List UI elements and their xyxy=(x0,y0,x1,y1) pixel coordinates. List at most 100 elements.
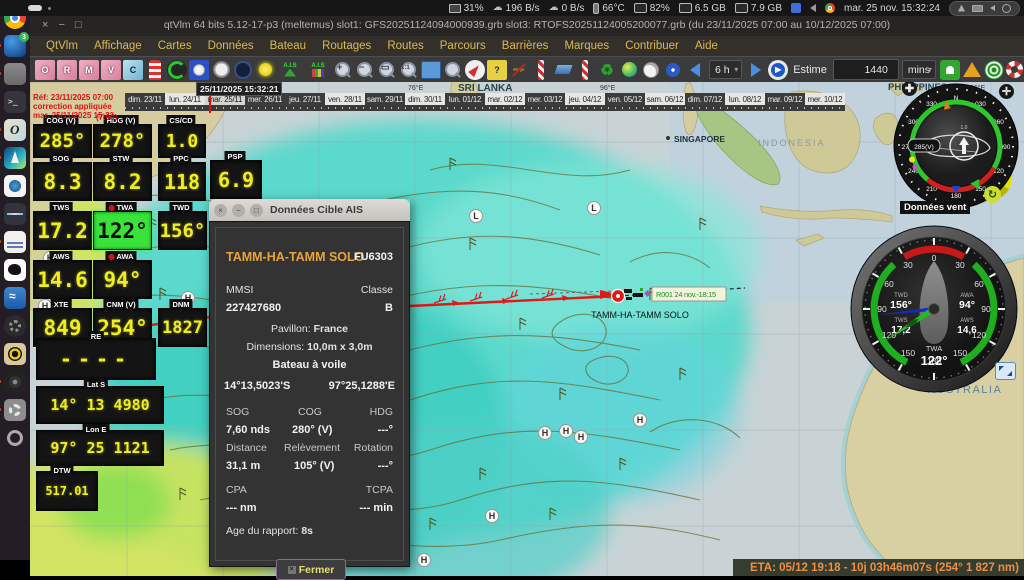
compass-dark-icon[interactable] xyxy=(233,60,253,80)
timeline-day[interactable]: jeu. 27/11 xyxy=(285,93,325,105)
menu-routages[interactable]: Routages xyxy=(314,40,379,52)
menu-routes[interactable]: Routes xyxy=(379,40,431,52)
menu-bateau[interactable]: Bateau xyxy=(262,40,314,52)
dock-settings-dark[interactable] xyxy=(4,315,26,337)
timeline-day[interactable]: ven. 05/12 xyxy=(605,93,645,105)
dialog-minimize-icon[interactable]: − xyxy=(232,204,245,217)
dock-ubuntu-logo[interactable] xyxy=(4,427,26,449)
chart-o-button[interactable]: O xyxy=(35,60,55,80)
dock-kiwix[interactable] xyxy=(4,259,26,281)
menu-parcours[interactable]: Parcours xyxy=(432,40,494,52)
estime-input[interactable] xyxy=(833,59,899,80)
dock-speaker-app[interactable] xyxy=(4,343,26,365)
compass-rose-icon[interactable]: ✚ xyxy=(902,81,917,96)
bearing-compass-button[interactable] xyxy=(465,60,485,80)
menu-marques[interactable]: Marques xyxy=(556,40,617,52)
grib-globe-button[interactable] xyxy=(619,60,639,80)
dock-audio-app[interactable] xyxy=(4,371,26,393)
menu-qtvlm[interactable]: QtVlm xyxy=(38,40,86,52)
zoom-area-button[interactable]: ▭ xyxy=(377,60,397,80)
timeline-day[interactable]: sam. 06/12 xyxy=(645,93,685,105)
bulb-icon[interactable] xyxy=(255,60,275,80)
estime-unit-select[interactable]: mins xyxy=(902,60,936,79)
dock-globe-app[interactable] xyxy=(4,175,26,197)
clock-button[interactable] xyxy=(641,60,661,80)
label-indonesia: INDONESIA xyxy=(758,138,826,148)
zoom-in-button[interactable]: + xyxy=(333,60,353,80)
dock-reader-app[interactable] xyxy=(4,231,26,253)
timeline-day[interactable]: mer. 10/12 xyxy=(805,93,845,105)
psp-label: PSP xyxy=(224,151,245,161)
timeline-day[interactable]: lun. 01/12 xyxy=(445,93,485,105)
zoom-out-button[interactable]: − xyxy=(355,60,375,80)
dialog-title-bar[interactable]: × − □ Données Cible AIS xyxy=(209,199,410,221)
re-label: RE xyxy=(88,331,104,341)
dialog-maximize-icon[interactable]: □ xyxy=(250,204,263,217)
timeline-day[interactable]: dim. 23/11 xyxy=(125,93,165,105)
timeline-day[interactable]: dim. 30/11 xyxy=(405,93,445,105)
close-dialog-button[interactable]: ×Fermer xyxy=(276,559,346,580)
chart-c-button[interactable]: C xyxy=(123,60,143,80)
heading-arrow-off-button[interactable] xyxy=(509,60,529,80)
step-forward-button[interactable] xyxy=(746,60,766,80)
clock[interactable]: mar. 25 nov. 15:32:24 xyxy=(844,3,940,14)
timeline-day[interactable]: mar. 02/12 xyxy=(485,93,525,105)
collapse-gauge-button[interactable] xyxy=(995,362,1016,380)
timeline-day[interactable]: mer. 03/12 xyxy=(525,93,565,105)
dock-opencpn[interactable] xyxy=(4,119,26,141)
measure-pole-icon[interactable] xyxy=(538,60,544,80)
menu-contribuer[interactable]: Contribuer xyxy=(617,40,687,52)
timeline-day[interactable]: sam. 29/11 xyxy=(365,93,405,105)
target-rings-button[interactable] xyxy=(984,60,1004,80)
chart-r-button[interactable]: R xyxy=(57,60,77,80)
menu-donnees[interactable]: Données xyxy=(200,40,262,52)
timeline-day[interactable]: dim. 07/12 xyxy=(685,93,725,105)
tray-app-icon[interactable] xyxy=(791,3,801,13)
dock-qtvlm[interactable] xyxy=(4,147,26,169)
alarm-bell-button[interactable] xyxy=(940,60,960,80)
compass-blue-icon[interactable] xyxy=(189,60,209,80)
ais-list-button[interactable]: A.I.S xyxy=(305,60,331,80)
timeline-ticks[interactable] xyxy=(125,105,845,111)
menu-cartes[interactable]: Cartes xyxy=(150,40,200,52)
menu-affichage[interactable]: Affichage xyxy=(86,40,150,52)
warning-toggle-button[interactable] xyxy=(962,60,982,80)
dock-monitor-app[interactable] xyxy=(4,203,26,225)
chart-m-button[interactable]: M xyxy=(79,60,99,80)
refresh-wind-icon[interactable]: ↻ xyxy=(984,186,1001,203)
timeline-day[interactable]: lun. 08/12 xyxy=(725,93,765,105)
dialog-close-icon[interactable]: × xyxy=(214,204,227,217)
timeline-day[interactable]: mar. 09/12 xyxy=(765,93,805,105)
step-back-button[interactable] xyxy=(685,60,705,80)
speaker-muted-icon[interactable] xyxy=(810,4,816,12)
zoom-1-1-button[interactable]: 1:1 xyxy=(399,60,419,80)
time-step-select[interactable]: 6 h xyxy=(709,60,742,79)
menu-barrieres[interactable]: Barrières xyxy=(494,40,557,52)
menu-aide[interactable]: Aide xyxy=(687,40,726,52)
chrome-tray-icon[interactable] xyxy=(825,3,835,13)
lifebuoy-button[interactable] xyxy=(1006,61,1023,78)
dock-files[interactable] xyxy=(4,63,26,85)
system-tray[interactable] xyxy=(949,1,1020,16)
dock-terminal[interactable] xyxy=(4,91,26,113)
chart-v-button[interactable]: V xyxy=(101,60,121,80)
measure-pole2-icon[interactable] xyxy=(582,60,588,80)
dock-system-settings[interactable] xyxy=(4,399,26,421)
ais-targets-button[interactable]: A.I.S xyxy=(277,60,303,80)
play-animation-button[interactable] xyxy=(768,60,788,80)
selection-rect-button[interactable] xyxy=(421,61,441,79)
move-gauge-icon[interactable]: ✛ xyxy=(999,84,1014,99)
power-toggle-icon[interactable] xyxy=(167,60,187,80)
activities-indicator[interactable] xyxy=(28,5,42,11)
dial-gray-icon[interactable] xyxy=(211,60,231,80)
lighthouse-icon[interactable] xyxy=(149,60,161,80)
timeline-day[interactable]: ven. 28/11 xyxy=(325,93,365,105)
recycle-button[interactable]: ♻ xyxy=(597,60,617,80)
eraser-button[interactable] xyxy=(553,60,573,80)
dock-thunderbird[interactable]: 3 xyxy=(4,35,26,57)
poi-question-button[interactable] xyxy=(487,60,507,80)
marine-info-button[interactable] xyxy=(663,60,683,80)
magnifier-button[interactable] xyxy=(443,60,463,80)
timeline-day[interactable]: jeu. 04/12 xyxy=(565,93,605,105)
dock-blue-app[interactable] xyxy=(4,287,26,309)
